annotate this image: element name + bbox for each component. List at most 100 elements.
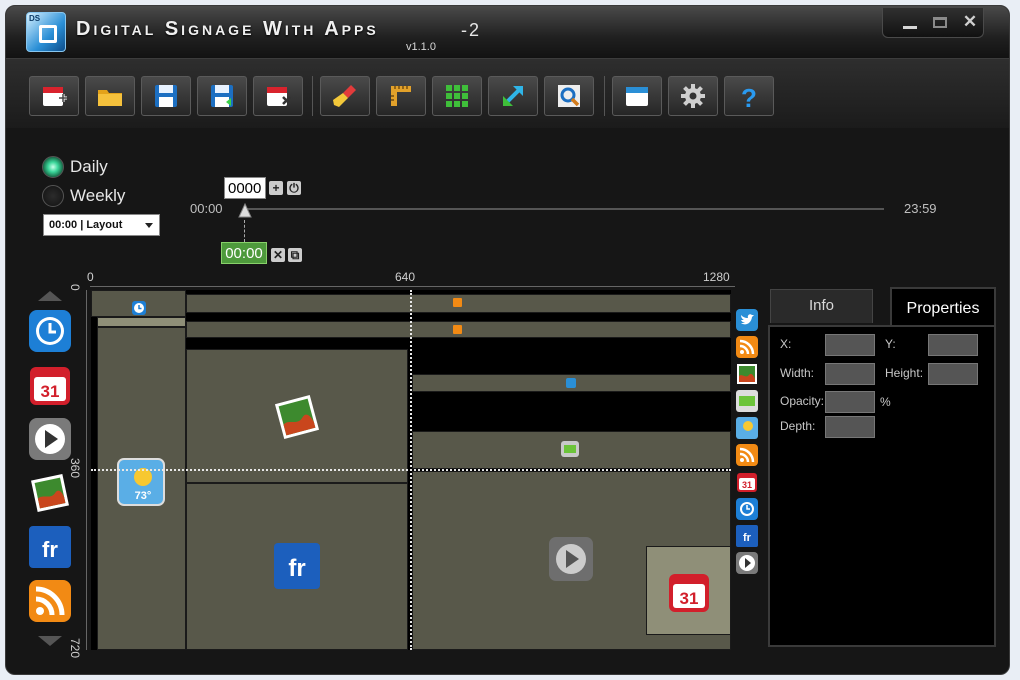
rss-icon xyxy=(453,298,462,307)
scroll-up-icon[interactable] xyxy=(38,291,62,301)
app-logo-icon: DS xyxy=(26,12,66,52)
height-field[interactable] xyxy=(928,363,978,385)
zone-clock-highlight[interactable] xyxy=(97,317,186,327)
calendar-remove-icon xyxy=(267,87,291,106)
clock-icon[interactable] xyxy=(736,498,758,520)
toolbar-separator xyxy=(604,76,605,116)
video-play-icon xyxy=(549,537,593,581)
rss-icon[interactable] xyxy=(736,336,758,358)
text-icon xyxy=(561,441,579,457)
floppy-arrow-icon xyxy=(211,85,233,107)
clear-button[interactable] xyxy=(320,76,370,116)
daily-radio[interactable]: Daily xyxy=(42,156,108,178)
picture-icon xyxy=(274,394,320,440)
properties-panel: Info Properties X: Y: Width: Height: Opa… xyxy=(768,287,996,647)
palette-flickr[interactable]: fr xyxy=(28,525,72,569)
x-field[interactable] xyxy=(825,334,875,356)
help-button[interactable]: ? xyxy=(724,76,774,116)
resize-button[interactable] xyxy=(488,76,538,116)
current-time-badge[interactable]: 00:00 xyxy=(221,242,267,264)
x-label: X: xyxy=(780,337,792,351)
chevron-down-icon xyxy=(145,223,153,228)
video-play-icon[interactable] xyxy=(736,552,758,574)
scroll-down-icon[interactable] xyxy=(38,636,62,646)
logo-text: DS xyxy=(29,14,41,23)
folder-icon xyxy=(98,90,122,106)
width-field[interactable] xyxy=(825,363,875,385)
calendar-day: 31 xyxy=(742,480,752,490)
app-palette-right: 31 fr xyxy=(736,309,760,579)
power-icon[interactable]: ⏻ xyxy=(287,181,301,195)
toolbar: ? xyxy=(6,58,1009,128)
add-time-button[interactable]: + xyxy=(269,181,283,195)
palette-rss[interactable] xyxy=(28,579,72,623)
ruler-button[interactable] xyxy=(376,76,426,116)
broom-icon xyxy=(333,85,356,107)
flickr-text: fr xyxy=(42,537,58,562)
ruler-y-line xyxy=(86,290,87,650)
weekly-radio[interactable]: Weekly xyxy=(42,185,125,207)
rss-icon xyxy=(453,325,462,334)
ruler-y-label: 0 xyxy=(68,284,82,291)
flickr-icon: fr xyxy=(29,526,71,568)
title-bar[interactable]: DS Digital Signage With Apps -2 v1.1.0 ✕ xyxy=(6,6,1009,58)
palette-picture[interactable] xyxy=(28,471,72,515)
copy-time-button[interactable]: ⧉ xyxy=(288,248,302,262)
preview-button[interactable] xyxy=(544,76,594,116)
y-field[interactable] xyxy=(928,334,978,356)
floppy-icon xyxy=(155,85,177,107)
opacity-field[interactable] xyxy=(825,391,875,413)
tab-info[interactable]: Info xyxy=(770,289,873,323)
close-schedule-button[interactable] xyxy=(253,76,303,116)
minimize-button[interactable] xyxy=(897,11,923,33)
layout-canvas[interactable]: 73° fr 31 xyxy=(91,290,731,650)
timeline-connector xyxy=(244,220,245,242)
save-button[interactable] xyxy=(141,76,191,116)
timeline-start-time: 00:00 xyxy=(190,201,223,216)
calendar-icon[interactable]: 31 xyxy=(736,471,758,493)
window-frame: DS Digital Signage With Apps -2 v1.1.0 ✕ xyxy=(5,5,1010,675)
close-button[interactable]: ✕ xyxy=(957,11,983,33)
open-button[interactable] xyxy=(85,76,135,116)
weather-temp: 73° xyxy=(135,490,152,502)
timeline-marker-icon[interactable] xyxy=(237,203,253,219)
maximize-button[interactable] xyxy=(927,11,953,33)
video-play-icon xyxy=(29,418,71,460)
rss-icon[interactable] xyxy=(736,444,758,466)
window-button[interactable] xyxy=(612,76,662,116)
width-label: Width: xyxy=(780,366,815,380)
palette-video[interactable] xyxy=(28,417,72,461)
arrows-icon xyxy=(503,86,523,106)
depth-field[interactable] xyxy=(825,416,875,438)
window-controls: ✕ xyxy=(882,8,984,38)
flickr-icon[interactable]: fr xyxy=(736,525,758,547)
text-icon[interactable] xyxy=(736,390,758,412)
settings-button[interactable] xyxy=(668,76,718,116)
calendar-icon: 31 xyxy=(30,367,70,405)
flickr-icon: fr xyxy=(274,543,320,589)
time-input[interactable]: 0000 xyxy=(224,177,266,199)
twitter-icon[interactable] xyxy=(736,309,758,331)
grid-button[interactable] xyxy=(432,76,482,116)
palette-clock[interactable] xyxy=(28,309,72,353)
svg-text:?: ? xyxy=(741,83,757,110)
delete-time-button[interactable]: ✕ xyxy=(271,248,285,262)
palette-calendar[interactable]: 31 xyxy=(28,363,72,407)
depth-label: Depth: xyxy=(780,419,816,433)
app-instance: -2 xyxy=(461,20,482,40)
picture-icon[interactable] xyxy=(736,363,758,385)
layout-select[interactable]: 00:00 | Layout xyxy=(43,214,160,236)
tab-properties[interactable]: Properties xyxy=(890,287,996,327)
opacity-label: Opacity: xyxy=(780,394,825,408)
save-as-button[interactable] xyxy=(197,76,247,116)
calendar-day: 31 xyxy=(680,589,699,608)
weather-icon[interactable] xyxy=(736,417,758,439)
opacity-unit: % xyxy=(880,395,891,409)
ruler-x-line xyxy=(90,286,735,287)
minimize-icon xyxy=(903,26,917,29)
twitter-icon xyxy=(566,378,576,388)
new-schedule-button[interactable] xyxy=(29,76,79,116)
weather-icon: 73° xyxy=(117,458,165,506)
picture-icon xyxy=(31,474,69,512)
timeline-track[interactable] xyxy=(246,208,884,210)
